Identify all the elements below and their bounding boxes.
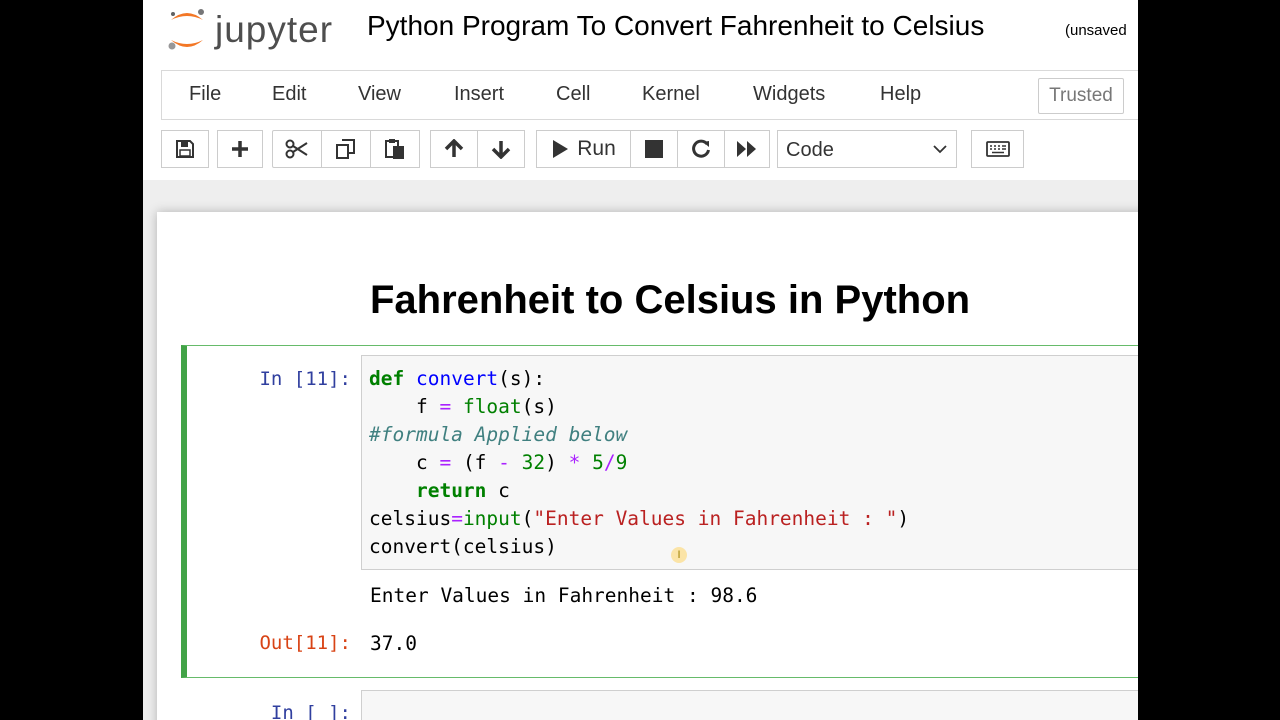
jupyter-app: jupyter Python Program To Convert Fahren… [143,0,1138,720]
move-up-button[interactable] [430,130,478,168]
next-cell-input-prompt: In [ ]: [270,702,351,720]
cell-type-select[interactable]: Code [777,130,957,168]
notebook-title[interactable]: Python Program To Convert Fahrenheit to … [367,10,984,42]
run-all-button[interactable] [724,130,770,168]
toolbar: Run Code [143,128,1138,172]
move-down-button[interactable] [477,130,525,168]
menu-insert[interactable]: Insert [454,83,504,106]
save-button[interactable] [161,130,209,168]
cut-icon [285,139,308,159]
menu-widgets[interactable]: Widgets [753,83,825,106]
interrupt-button[interactable] [630,130,678,168]
code-editor[interactable]: def convert(s): f = float(s) #formula Ap… [369,365,909,561]
run-button[interactable]: Run [536,130,631,168]
jupyter-logo-icon [168,9,204,50]
cell-result: 37.0 [370,632,417,655]
mouse-cursor: I [671,547,687,563]
play-icon [553,140,569,158]
arrow-up-icon [444,139,464,157]
menu-edit[interactable]: Edit [272,83,306,106]
cut-button[interactable] [272,130,322,168]
markdown-heading[interactable]: Fahrenheit to Celsius in Python [370,278,970,323]
trusted-indicator[interactable]: Trusted [1038,78,1124,114]
menubar: File Edit View Insert Cell Kernel Widget… [161,70,1138,120]
jupyter-logo[interactable]: jupyter [165,6,345,54]
restart-icon [692,139,710,158]
cell-input-prompt: In [11]: [259,368,351,390]
save-icon [176,140,194,158]
copy-button[interactable] [321,130,371,168]
menu-kernel[interactable]: Kernel [642,83,700,106]
next-code-input-area[interactable] [361,690,1138,720]
save-status: (unsaved [1065,22,1127,39]
fast-forward-icon [737,141,756,157]
cell-output-prompt: Out[11]: [259,632,351,654]
menu-file[interactable]: File [189,83,221,106]
arrow-down-icon [491,141,511,159]
restart-button[interactable] [677,130,725,168]
plus-icon [232,141,248,157]
command-palette-button[interactable] [971,130,1024,168]
cell-type-value: Code [786,139,834,161]
copy-icon [336,139,355,159]
logo-text: jupyter [215,9,334,50]
insert-cell-button[interactable] [217,130,263,168]
keyboard-icon [985,141,1010,157]
menu-help[interactable]: Help [880,83,921,106]
menu-cell[interactable]: Cell [556,83,590,106]
chevron-down-icon [933,145,947,154]
paste-button[interactable] [370,130,420,168]
header: jupyter Python Program To Convert Fahren… [143,0,1138,64]
cell-stdout: Enter Values in Fahrenheit : 98.6 [370,584,758,607]
run-label: Run [577,137,616,160]
menu-view[interactable]: View [358,83,401,106]
stop-icon [645,140,663,158]
paste-icon [385,139,404,159]
